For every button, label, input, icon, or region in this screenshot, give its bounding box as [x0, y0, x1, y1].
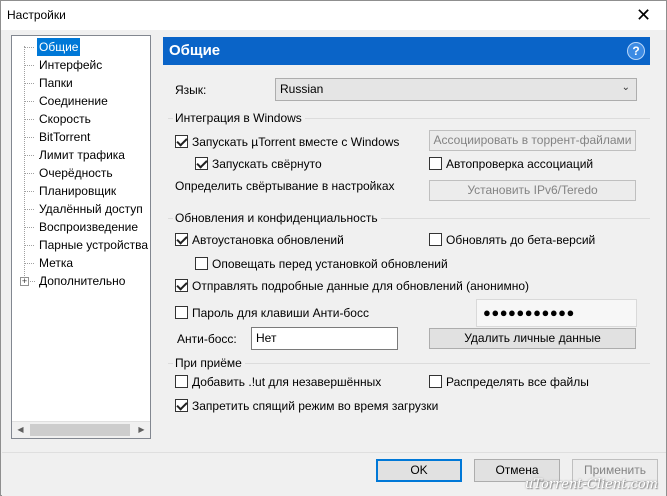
scroll-thumb[interactable] [30, 424, 130, 436]
start-minimized-checkbox[interactable] [195, 157, 208, 170]
send-data-checkbox[interactable] [175, 279, 188, 292]
help-icon[interactable]: ? [627, 42, 645, 60]
settings-tree: Общие Интерфейс Папки Соединение Скорост… [11, 35, 151, 439]
autocheck-label: Автопроверка ассоциаций [446, 157, 594, 171]
start-with-windows-checkbox[interactable] [175, 135, 188, 148]
title-bar: Настройки ✕ [1, 1, 666, 30]
watermark: uTorrent-Client.com [524, 477, 658, 492]
boss-password-label: Пароль для клавиши Анти-босс [192, 306, 369, 320]
boss-key-label: Анти-босс: [177, 332, 237, 346]
download-group-title: При приёме [173, 356, 245, 370]
distribute-checkbox[interactable] [429, 375, 442, 388]
language-label: Язык: [175, 83, 207, 97]
scroll-left-icon[interactable]: ◀ [12, 422, 29, 438]
ok-button[interactable]: OK [376, 459, 462, 482]
updates-group-title: Обновления и конфиденциальность [173, 211, 381, 225]
auto-update-checkbox[interactable] [175, 233, 188, 246]
minimize-setting-label: Определить свёртывание в настройках [175, 179, 395, 193]
associate-button[interactable]: Ассоциировать в торрент-файлами [429, 130, 636, 151]
panel-title: Общие [169, 42, 221, 59]
send-data-label: Отправлять подробные данные для обновлен… [192, 279, 529, 293]
language-select[interactable]: Russian ⌄ [275, 78, 637, 101]
close-icon[interactable]: ✕ [621, 1, 666, 30]
scroll-right-icon[interactable]: ▶ [133, 422, 150, 438]
panel-header: Общие ? [163, 37, 650, 65]
tree-connector-line [24, 46, 25, 282]
boss-key-input[interactable]: Нет [251, 327, 398, 350]
chevron-down-icon: ⌄ [621, 82, 630, 93]
delete-data-button[interactable]: Удалить личные данные [429, 328, 636, 349]
windows-group-title: Интеграция в Windows [173, 111, 305, 125]
beta-label: Обновлять до бета-версий [446, 233, 596, 247]
tree-horizontal-scrollbar[interactable]: ◀ ▶ [12, 421, 150, 438]
ipv6-button[interactable]: Установить IPv6/Teredo [429, 180, 636, 201]
add-ut-checkbox[interactable] [175, 375, 188, 388]
distribute-label: Распределять все файлы [446, 375, 589, 389]
start-with-windows-label: Запускать µTorrent вместе с Windows [192, 135, 400, 149]
start-minimized-label: Запускать свёрнуто [212, 157, 322, 171]
boss-password-input[interactable]: ●●●●●●●●●●● [476, 299, 637, 327]
settings-window: Настройки ✕ Общие Интерфейс Папки Соедин… [0, 0, 667, 496]
prevent-sleep-checkbox[interactable] [175, 399, 188, 412]
add-ut-label: Добавить .!ut для незавершённых [192, 375, 382, 389]
notify-before-label: Оповещать перед установкой обновлений [212, 257, 448, 271]
auto-update-label: Автоустановка обновлений [192, 233, 344, 247]
language-value: Russian [280, 82, 324, 96]
autocheck-checkbox[interactable] [429, 157, 442, 170]
beta-checkbox[interactable] [429, 233, 442, 246]
boss-password-checkbox[interactable] [175, 306, 188, 319]
window-title: Настройки [7, 8, 66, 22]
notify-before-checkbox[interactable] [195, 257, 208, 270]
expand-plus-icon[interactable]: + [20, 277, 29, 286]
prevent-sleep-label: Запретить спящий режим во время загрузки [192, 399, 439, 413]
